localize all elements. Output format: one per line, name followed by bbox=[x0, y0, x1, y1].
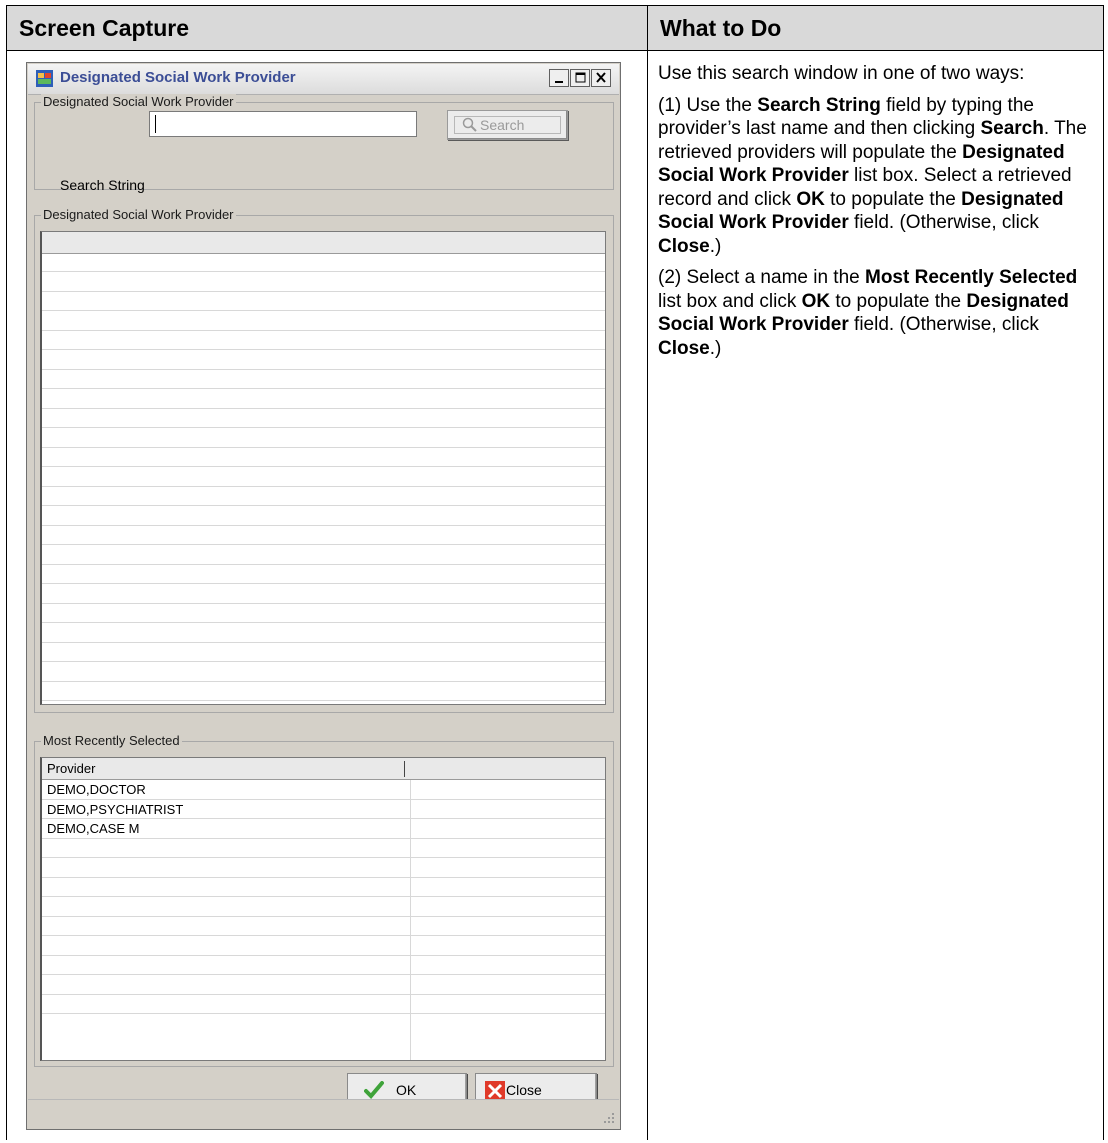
results-row[interactable] bbox=[42, 430, 605, 448]
recent-provider-row[interactable]: DEMO,CASE M bbox=[42, 819, 605, 839]
results-row[interactable] bbox=[42, 449, 605, 467]
window-controls bbox=[548, 69, 611, 87]
recent-listbox[interactable]: Provider DEMO,DOCTOR DEMO,PSYCHIATRIST DEM… bbox=[40, 757, 606, 1061]
maximize-icon bbox=[575, 72, 586, 83]
resize-grip-icon[interactable] bbox=[602, 1111, 616, 1125]
instruction-text: .) bbox=[709, 337, 722, 359]
results-row[interactable] bbox=[42, 625, 605, 643]
close-icon bbox=[596, 72, 606, 83]
close-window-button[interactable] bbox=[591, 69, 611, 87]
search-button-label: Search bbox=[480, 117, 525, 133]
column-divider[interactable] bbox=[404, 761, 405, 777]
results-row[interactable] bbox=[42, 410, 605, 428]
recent-provider-row[interactable]: DEMO,PSYCHIATRIST bbox=[42, 800, 605, 819]
recent-provider-row[interactable] bbox=[42, 995, 605, 1014]
results-row[interactable] bbox=[42, 683, 605, 701]
results-row[interactable] bbox=[42, 274, 605, 292]
results-group-label: Designated Social Work Provider bbox=[41, 207, 236, 222]
instruction-text: Search String bbox=[757, 94, 881, 116]
app-icon bbox=[36, 70, 53, 87]
recent-provider-row[interactable] bbox=[42, 917, 605, 936]
results-row[interactable] bbox=[42, 313, 605, 331]
results-row[interactable] bbox=[42, 586, 605, 604]
recent-column-header[interactable]: Provider bbox=[42, 758, 605, 780]
instruction-text: Close bbox=[658, 235, 710, 257]
table-border-right bbox=[1103, 5, 1104, 1140]
instructions: Use this search window in one of two way… bbox=[658, 62, 1098, 368]
instruction-text: Most Recently Selected bbox=[865, 267, 1078, 288]
instruction-text: to populate the bbox=[824, 188, 962, 210]
minimize-button[interactable] bbox=[549, 69, 569, 87]
results-row[interactable] bbox=[42, 508, 605, 526]
results-listbox[interactable] bbox=[40, 231, 606, 705]
instruction-intro: Use this search window in one of two way… bbox=[658, 63, 1025, 84]
recent-provider-row[interactable]: DEMO,DOCTOR bbox=[42, 780, 605, 800]
results-row[interactable] bbox=[42, 254, 605, 272]
results-row[interactable] bbox=[42, 644, 605, 662]
table-border-left bbox=[6, 5, 7, 1140]
results-row[interactable] bbox=[42, 332, 605, 350]
search-string-label: Search String bbox=[60, 177, 145, 193]
magnifier-icon bbox=[462, 117, 477, 132]
close-button-label: Close bbox=[506, 1082, 542, 1098]
results-row[interactable] bbox=[42, 664, 605, 682]
recent-provider-row[interactable] bbox=[42, 956, 605, 975]
instruction-text: .) bbox=[709, 235, 722, 257]
recent-provider-row[interactable] bbox=[42, 839, 605, 858]
title-bar[interactable]: Designated Social Work Provider bbox=[28, 64, 619, 95]
maximize-button[interactable] bbox=[570, 69, 590, 87]
instruction-text: field. (Otherwise, click bbox=[848, 212, 1039, 233]
search-string-input[interactable] bbox=[149, 111, 417, 137]
instruction-text: (1) Use the bbox=[658, 94, 758, 116]
search-button[interactable]: Search bbox=[447, 110, 568, 140]
results-row[interactable] bbox=[42, 488, 605, 506]
table-column-divider bbox=[647, 5, 648, 1140]
checkmark-icon bbox=[364, 1081, 384, 1099]
recent-provider-row[interactable] bbox=[42, 936, 605, 956]
designated-social-work-provider-window: Designated Social Work Provider Designat… bbox=[26, 62, 621, 1130]
minimize-icon bbox=[555, 81, 563, 83]
results-row[interactable] bbox=[42, 371, 605, 389]
results-row[interactable] bbox=[42, 605, 605, 623]
instruction-text: list box and click bbox=[658, 290, 802, 312]
results-row[interactable] bbox=[42, 469, 605, 487]
recent-provider-row[interactable] bbox=[42, 858, 605, 878]
header-what-to-do: What to Do bbox=[648, 6, 1103, 50]
recent-provider-row[interactable] bbox=[42, 878, 605, 897]
provider-column-label: Provider bbox=[47, 761, 96, 776]
results-row[interactable] bbox=[42, 527, 605, 545]
instruction-text: Search bbox=[980, 118, 1044, 139]
instruction-text: (2) Select a name in the bbox=[658, 267, 865, 288]
instruction-text: Close bbox=[658, 337, 710, 359]
search-group-label: Designated Social Work Provider bbox=[41, 94, 236, 109]
results-row[interactable] bbox=[42, 566, 605, 584]
results-row[interactable] bbox=[42, 293, 605, 311]
ok-button-label: OK bbox=[396, 1082, 417, 1098]
results-row[interactable] bbox=[42, 547, 605, 565]
header-screen-capture: Screen Capture bbox=[7, 6, 647, 50]
instruction-text: OK bbox=[796, 188, 825, 210]
instruction-step-1: (1) Use the Search String field by typin… bbox=[658, 94, 1098, 259]
status-bar bbox=[28, 1099, 619, 1128]
recent-group-label: Most Recently Selected bbox=[41, 733, 182, 748]
recent-provider-row[interactable] bbox=[42, 975, 605, 995]
instruction-text: OK bbox=[801, 290, 831, 312]
instruction-step-2: (2) Select a name in the Most Recently S… bbox=[658, 266, 1098, 360]
instruction-text: to populate the bbox=[830, 290, 967, 312]
results-row[interactable] bbox=[42, 391, 605, 409]
red-x-icon bbox=[485, 1081, 505, 1101]
window-title: Designated Social Work Provider bbox=[60, 69, 296, 86]
instruction-text: field. (Otherwise, click bbox=[848, 314, 1039, 335]
text-cursor bbox=[155, 115, 156, 133]
table-header-divider bbox=[6, 50, 1104, 51]
results-row[interactable] bbox=[42, 352, 605, 370]
recent-provider-row[interactable] bbox=[42, 897, 605, 917]
results-column-header[interactable] bbox=[42, 232, 605, 254]
